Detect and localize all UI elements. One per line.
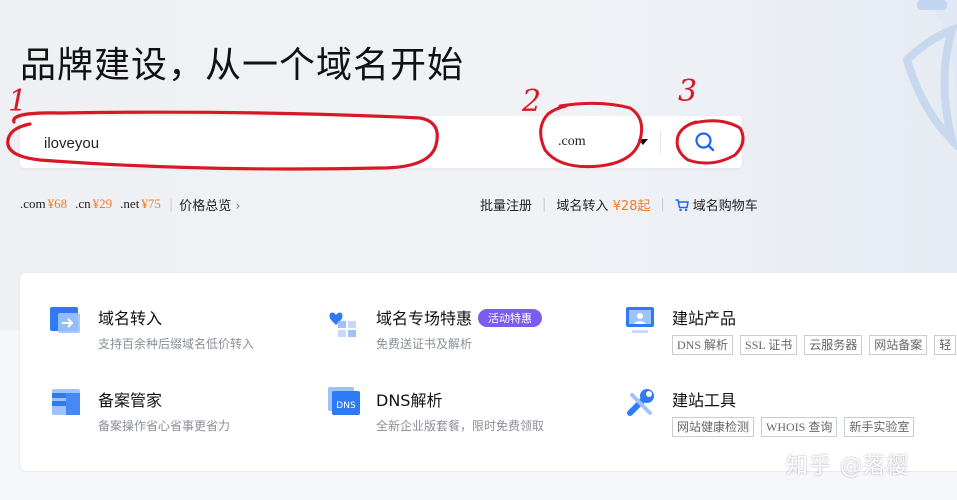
tag-dns[interactable]: DNS 解析 <box>672 335 734 355</box>
annotation-3: 3 <box>678 74 698 109</box>
divider <box>660 130 661 154</box>
tld-select-value: .com <box>558 134 586 149</box>
tag-ssl[interactable]: SSL 证书 <box>740 335 798 355</box>
separator: | <box>168 196 174 212</box>
tld-price-list: .com ¥68 .cn ¥29 .net ¥75 | 价格总览 › <box>20 194 280 214</box>
site-products-tags: DNS 解析 SSL 证书 云服务器 网站备案 轻 <box>672 335 957 355</box>
wrench-icon <box>627 389 654 416</box>
price-overview-link[interactable]: 价格总览 › <box>179 195 240 214</box>
tag-beian[interactable]: 网站备案 <box>869 335 928 355</box>
tag-light[interactable]: 轻 <box>934 335 957 355</box>
chevron-down-icon <box>638 139 648 145</box>
price-item[interactable]: .com ¥68 <box>20 196 67 212</box>
heart-gift-icon <box>329 312 356 337</box>
services-panel: 域名转入 支持百余种后缀域名低价转入 域名专场特惠 活动特惠 免费送证书及解析 建… <box>19 272 957 472</box>
search-icon <box>695 132 715 152</box>
site-tools-tags: 网站健康检测 WHOIS 查询 新手实验室 <box>672 417 921 437</box>
beian-icon <box>52 389 80 415</box>
svg-text:DNS: DNS <box>336 401 356 411</box>
dns-icon: DNS <box>328 387 360 415</box>
domain-transfer-icon <box>50 307 80 333</box>
domain-search-input[interactable] <box>42 128 516 158</box>
annotation-1: 1 <box>8 84 28 119</box>
chevron-right-icon: › <box>235 198 241 214</box>
domain-cart-link[interactable]: 域名购物车 <box>675 195 758 214</box>
page-title: 品牌建设，从一个域名开始 <box>20 45 465 86</box>
domain-transfer-link[interactable]: 域名转入 ¥28起 <box>556 195 650 214</box>
search-button[interactable] <box>685 126 725 158</box>
tld-select[interactable]: .com <box>558 128 648 156</box>
bulk-register-link[interactable]: 批量注册 <box>480 195 532 214</box>
tag-health-check[interactable]: 网站健康检测 <box>672 417 755 437</box>
price-item[interactable]: .cn ¥29 <box>75 196 112 212</box>
price-item[interactable]: .net ¥75 <box>120 196 161 212</box>
decorative-glass-graphic <box>902 0 957 150</box>
tag-cloud-server[interactable]: 云服务器 <box>804 335 863 355</box>
tag-whois[interactable]: WHOIS 查询 <box>761 417 838 437</box>
domain-search-bar: .com <box>20 116 742 168</box>
tag-lab[interactable]: 新手实验室 <box>844 417 915 437</box>
quick-links: 批量注册 | 域名转入 ¥28起 | 域名购物车 <box>480 194 758 214</box>
promo-badge: 活动特惠 <box>478 309 543 327</box>
cart-icon <box>675 198 689 211</box>
monitor-icon <box>626 307 654 333</box>
separator: | <box>542 196 547 212</box>
watermark: 知乎 @落樱 <box>786 454 909 479</box>
separator: | <box>660 196 665 212</box>
annotation-2: 2 <box>522 84 542 119</box>
